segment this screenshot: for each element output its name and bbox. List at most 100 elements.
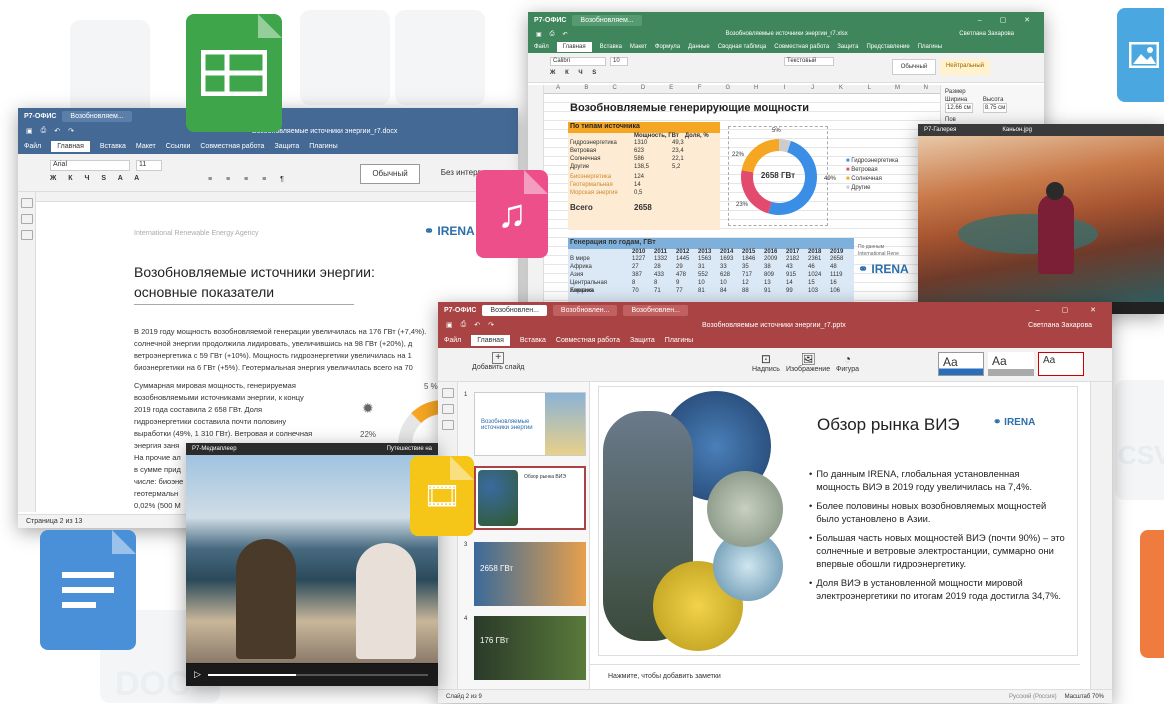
table-cell[interactable]: 77 — [676, 287, 698, 295]
comment-icon[interactable] — [20, 214, 33, 224]
pres-save-icon[interactable]: ▣ — [446, 321, 453, 329]
column-header[interactable]: F — [685, 85, 713, 93]
table-cell[interactable]: 1227 — [632, 255, 654, 263]
doc-style-normal[interactable]: Обычный — [360, 164, 420, 184]
table-cell[interactable]: 84 — [720, 287, 742, 295]
doc-menu-protect[interactable]: Защита — [274, 143, 299, 150]
textbox-button[interactable]: ⊡ Надпись — [752, 352, 780, 373]
table-cell[interactable]: 552 — [698, 271, 720, 279]
table-cell[interactable]: 1332 — [654, 255, 676, 263]
table-cell[interactable]: Морская энергия — [570, 189, 634, 197]
pres-tab-2[interactable]: Возобновлен... — [552, 304, 618, 316]
sheet-size-select[interactable]: 10 — [610, 57, 628, 66]
sheet-menu-insert[interactable]: Вставка — [600, 44, 622, 50]
table-cell[interactable]: 46 — [808, 263, 830, 271]
table-cell[interactable]: 124 — [634, 173, 672, 181]
language[interactable]: Русский (Россия) — [1009, 694, 1057, 700]
pres-window-controls[interactable]: – ▢ ✕ — [1036, 306, 1106, 314]
width-input[interactable]: 12.66 см — [945, 103, 973, 113]
table-cell[interactable]: 99 — [786, 287, 808, 295]
sheet-print-icon[interactable]: ⎙ — [550, 31, 555, 38]
table-cell[interactable]: Азия — [570, 271, 632, 279]
search-icon[interactable] — [20, 198, 33, 208]
pres-slides-icon[interactable] — [441, 404, 454, 414]
column-header[interactable]: A — [544, 85, 572, 93]
table-cell[interactable]: 28 — [654, 263, 676, 271]
sheet-font-select[interactable]: Calibri — [550, 57, 606, 66]
table-cell[interactable]: 1693 — [720, 255, 742, 263]
doc-menu-plugins[interactable]: Плагины — [309, 143, 337, 150]
column-header[interactable]: G — [714, 85, 742, 93]
table-cell[interactable]: Геотермальная — [570, 181, 634, 189]
table-cell[interactable]: Евразия — [570, 287, 632, 295]
presentation-app-icon[interactable] — [1140, 530, 1164, 658]
pres-menu-insert[interactable]: Вставка — [520, 337, 546, 344]
table-cell[interactable]: 70 — [632, 287, 654, 295]
thumb-3[interactable]: 2658 ГВт — [474, 542, 586, 606]
doc-menu-links[interactable]: Ссылки — [166, 143, 191, 150]
table-cell[interactable]: 433 — [654, 271, 676, 279]
nav-icon[interactable] — [20, 230, 33, 240]
table-cell[interactable]: 5,2 — [672, 163, 710, 171]
image-button[interactable]: 🖼 Изображение — [786, 352, 830, 373]
photo-app-icon[interactable] — [1117, 8, 1164, 102]
doc-menu-file[interactable]: Файл — [24, 143, 41, 150]
table-cell[interactable]: Африка — [570, 263, 632, 271]
sheet-menu-view[interactable]: Представление — [866, 44, 909, 50]
play-icon[interactable]: ▷ — [194, 669, 201, 680]
table-cell[interactable]: 138,5 — [634, 163, 672, 171]
pres-search-icon[interactable] — [441, 388, 454, 398]
pres-tab-3[interactable]: Возобновлен... — [623, 304, 688, 316]
sheet-style-neutral[interactable]: Нейтральный — [940, 59, 990, 75]
pres-comments-icon[interactable] — [441, 420, 454, 430]
table-cell[interactable]: 628 — [720, 271, 742, 279]
table-cell[interactable]: 1310 — [634, 139, 672, 147]
table-cell[interactable]: 2182 — [786, 255, 808, 263]
sheet-menu-plugins[interactable]: Плагины — [918, 44, 942, 50]
pres-menu-protect[interactable]: Защита — [630, 337, 655, 344]
doc-align-icons[interactable]: ≡ ≡ ≡ ≡ ¶ — [208, 176, 290, 183]
video-app-icon[interactable]: 🎞 — [410, 456, 474, 536]
sheet-tab[interactable]: Возобновляем... — [572, 14, 642, 26]
sheet-chart[interactable]: 2658 ГВт — [728, 126, 828, 226]
zoom-level[interactable]: Масштаб 70% — [1065, 694, 1104, 700]
table-cell[interactable]: 23,4 — [672, 147, 710, 155]
window-controls[interactable]: – ▢ ✕ — [978, 16, 1038, 24]
sheet-number-format[interactable]: Текстовый — [784, 57, 834, 66]
table-cell[interactable]: 13 — [764, 279, 786, 287]
table-cell[interactable]: 88 — [742, 287, 764, 295]
sheet-menu-formula[interactable]: Формула — [655, 44, 680, 50]
pres-redo-icon[interactable]: ↷ — [488, 321, 494, 329]
table-cell[interactable]: 8 — [632, 279, 654, 287]
print-icon[interactable]: ⎙ — [41, 127, 47, 135]
sheet-format-buttons[interactable]: Ж К Ч S — [550, 70, 600, 76]
music-app-icon[interactable]: ♫ — [476, 170, 548, 258]
table-cell[interactable]: 48 — [830, 263, 852, 271]
column-header[interactable]: N — [912, 85, 940, 93]
column-header[interactable]: J — [799, 85, 827, 93]
save-icon[interactable]: ▣ — [26, 127, 33, 135]
theme-sample-3[interactable]: Aa — [1038, 352, 1084, 376]
sheet-menu-protect[interactable]: Защита — [837, 44, 858, 50]
pres-undo-icon[interactable]: ↶ — [474, 321, 480, 329]
column-header[interactable]: M — [883, 85, 911, 93]
table-cell[interactable]: 0,5 — [634, 189, 672, 197]
table-cell[interactable]: Солнечная — [570, 155, 634, 163]
table-cell[interactable]: 478 — [676, 271, 698, 279]
table-cell[interactable]: 15 — [808, 279, 830, 287]
doc-tab[interactable]: Возобновляем... — [62, 110, 132, 122]
table-cell[interactable]: 12 — [742, 279, 764, 287]
table-cell[interactable]: 35 — [742, 263, 764, 271]
sheet-menu-layout[interactable]: Макет — [630, 44, 647, 50]
table-cell[interactable]: 586 — [634, 155, 672, 163]
table-cell[interactable]: 387 — [632, 271, 654, 279]
sheet-menu-pivot[interactable]: Сводная таблица — [718, 44, 767, 50]
pres-tab-1[interactable]: Возобновлен... — [482, 304, 547, 316]
table-cell[interactable]: 623 — [634, 147, 672, 155]
pres-menu-collab[interactable]: Совместная работа — [556, 337, 620, 344]
column-header[interactable]: I — [770, 85, 798, 93]
notes-area[interactable]: Нажмите, чтобы добавить заметки — [590, 664, 1080, 688]
donut-slice[interactable] — [741, 139, 780, 173]
pres-menu-plugins[interactable]: Плагины — [665, 337, 693, 344]
table-cell[interactable]: 91 — [764, 287, 786, 295]
